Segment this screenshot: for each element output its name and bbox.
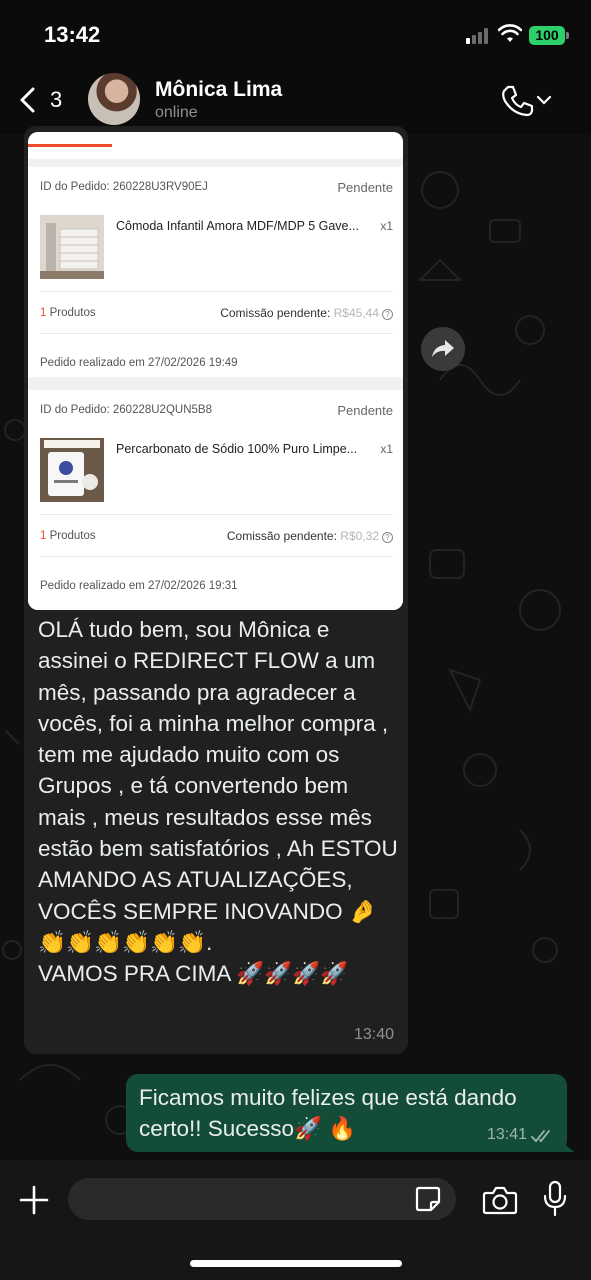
- products-count: 1 Produtos: [40, 530, 96, 542]
- divider: [40, 291, 393, 292]
- pending-commission: Comissão pendente: R$0,32?: [227, 529, 393, 543]
- product-thumbnail-dresser: [40, 215, 104, 279]
- product-quantity: x1: [380, 442, 393, 456]
- screenshot-order-list[interactable]: ID do Pedido: 260228U3RV90EJ Pendente Cô…: [28, 132, 403, 610]
- product-quantity: x1: [380, 219, 393, 233]
- read-receipt-icon: [531, 1130, 550, 1143]
- chevron-down-icon[interactable]: [536, 94, 552, 106]
- camera-icon[interactable]: [482, 1184, 518, 1216]
- incoming-message-text: OLÁ tudo bem, sou Mônica e assinei o RED…: [38, 617, 398, 987]
- order-item: ID do Pedido: 260228U3RV90EJ Pendente Cô…: [28, 167, 403, 377]
- forward-icon[interactable]: [421, 327, 465, 371]
- message-input-bar: [0, 1160, 591, 1280]
- pending-commission: Comissão pendente: R$45,44?: [220, 306, 393, 320]
- message-input[interactable]: [68, 1178, 456, 1220]
- microphone-icon[interactable]: [542, 1180, 568, 1218]
- back-chevron-icon[interactable]: [18, 86, 38, 114]
- divider: [40, 333, 393, 334]
- home-indicator: [190, 1260, 402, 1267]
- contact-avatar[interactable]: [88, 73, 140, 125]
- contact-name[interactable]: Mônica Lima: [155, 78, 282, 102]
- order-id: ID do Pedido: 260228U3RV90EJ: [40, 181, 208, 193]
- product-thumbnail-percarbonate: [40, 438, 104, 502]
- battery-tip: [566, 32, 569, 39]
- order-date: Pedido realizado em 27/02/2026 19:31: [40, 580, 238, 592]
- sticker-icon[interactable]: [414, 1185, 442, 1213]
- products-count: 1 Produtos: [40, 307, 96, 319]
- phone-call-icon[interactable]: [500, 84, 534, 118]
- status-bar: 13:42 100: [0, 0, 591, 64]
- help-icon: ?: [382, 532, 393, 543]
- battery-icon: 100: [529, 26, 565, 45]
- chat-header: 3 Mônica Lima online: [0, 64, 591, 134]
- incoming-message-bubble[interactable]: ID do Pedido: 260228U3RV90EJ Pendente Cô…: [24, 126, 408, 1054]
- divider: [40, 556, 393, 557]
- help-icon: ?: [382, 309, 393, 320]
- status-time: 13:42: [44, 22, 101, 47]
- divider: [40, 514, 393, 515]
- outgoing-message-bubble[interactable]: Ficamos muito felizes que está dando cer…: [126, 1074, 567, 1152]
- contact-status: online: [155, 104, 198, 121]
- order-status: Pendente: [337, 180, 393, 195]
- incoming-message-time: 13:40: [353, 1026, 394, 1043]
- wifi-icon: [498, 24, 522, 42]
- order-status: Pendente: [337, 403, 393, 418]
- active-tab-indicator: [28, 144, 112, 147]
- order-item: ID do Pedido: 260228U2QUN5B8 Pendente Pe…: [28, 390, 403, 610]
- plus-icon[interactable]: [18, 1184, 50, 1216]
- order-id: ID do Pedido: 260228U2QUN5B8: [40, 404, 212, 416]
- outgoing-message-time: 13:41: [486, 1126, 527, 1143]
- product-name: Cômoda Infantil Amora MDF/MDP 5 Gave...: [116, 219, 359, 233]
- cellular-signal-icon: [466, 28, 492, 44]
- unread-count[interactable]: 3: [50, 87, 62, 113]
- product-name: Percarbonato de Sódio 100% Puro Limpe...: [116, 442, 358, 456]
- order-date: Pedido realizado em 27/02/2026 19:49: [40, 357, 238, 369]
